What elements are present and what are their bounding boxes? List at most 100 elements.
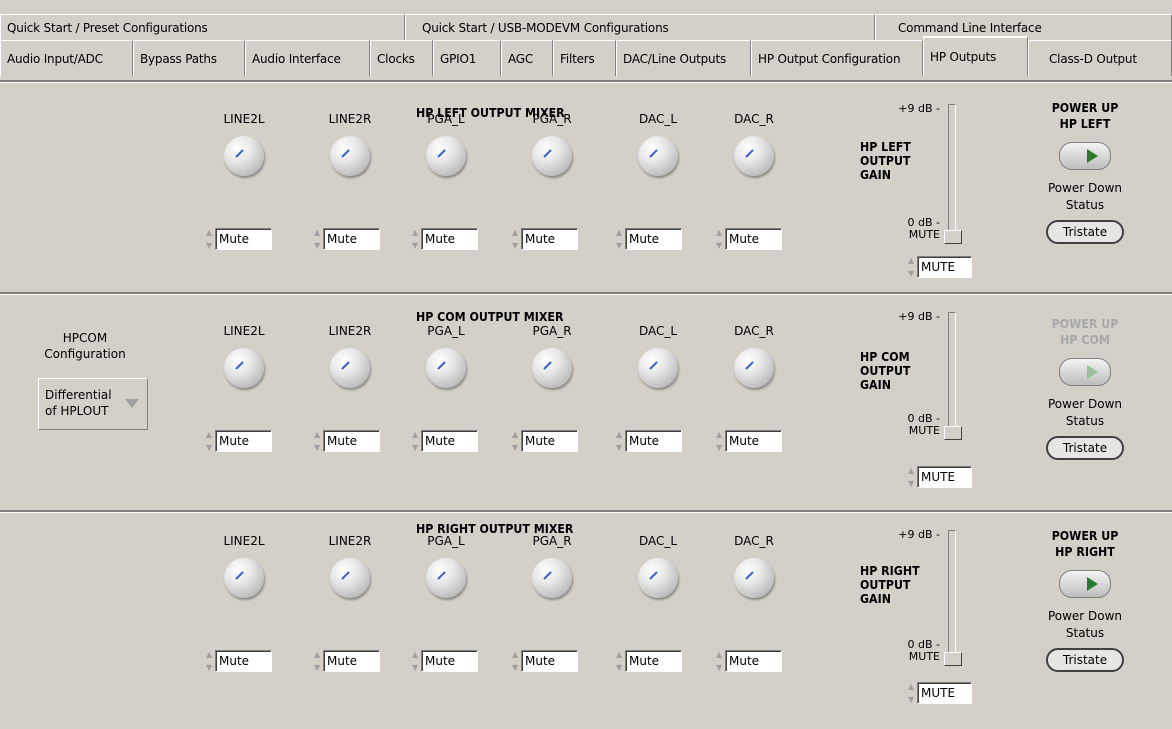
slider-track[interactable] [948,104,956,244]
mute-field[interactable]: Mute [323,430,380,452]
volume-knob[interactable] [532,348,572,388]
mute-field[interactable]: Mute [421,228,478,250]
tab-filters[interactable]: Filters [553,40,616,76]
slider-thumb[interactable] [944,652,962,666]
spin-arrows-icon[interactable]: ▲ ▼ [512,650,521,672]
spin-arrows-icon[interactable]: ▲ ▼ [716,228,725,250]
volume-knob[interactable] [638,348,678,388]
spin-arrows-icon[interactable]: ▲ ▼ [908,682,917,704]
channel-label: LINE2R [328,324,372,338]
spin-arrows-icon[interactable]: ▲ ▼ [206,228,215,250]
spin-arrows-icon[interactable]: ▲ ▼ [412,228,421,250]
volume-knob[interactable] [224,348,264,388]
volume-knob[interactable] [734,136,774,176]
channel-1: LINE2R [310,112,390,176]
gain-slider[interactable]: +9 dB - 0 dB - MUTE [880,528,970,688]
spin-arrows-icon[interactable]: ▲ ▼ [512,228,521,250]
channel-label: LINE2L [223,324,265,338]
mute-field[interactable]: Mute [521,650,578,672]
mute-field[interactable]: Mute [323,650,380,672]
tab-quick-start-usb[interactable]: Quick Start / USB-MODEVM Configurations [405,14,875,40]
volume-knob[interactable] [426,136,466,176]
tab-gpio1[interactable]: GPIO1 [433,40,501,76]
tab-audio-input-adc[interactable]: Audio Input/ADC [0,40,133,76]
mute-field[interactable]: Mute [323,228,380,250]
spin-arrows-icon[interactable]: ▲ ▼ [616,650,625,672]
spin-arrows-icon[interactable]: ▲ ▼ [908,256,917,278]
power-down-status-label: Power Down Status [1047,397,1123,428]
volume-knob[interactable] [224,136,264,176]
spin-arrows-icon[interactable]: ▲ ▼ [716,430,725,452]
tab-bypass-paths[interactable]: Bypass Paths [133,40,245,76]
spin-arrows-icon[interactable]: ▲ ▼ [512,430,521,452]
gain-value-field[interactable]: MUTE [917,466,972,488]
mute-field[interactable]: Mute [725,650,782,672]
gain-value-field[interactable]: MUTE [917,682,972,704]
tab-hp-outputs[interactable]: HP Outputs [923,36,1028,76]
spin-arrows-icon[interactable]: ▲ ▼ [314,650,323,672]
mute-field[interactable]: Mute [725,228,782,250]
mute-control: ▲ ▼ Mute [412,228,478,250]
gain-value-control: ▲ ▼ MUTE [908,682,972,704]
hpcom-config-select[interactable]: Differential of HPLOUT [38,378,148,430]
volume-knob[interactable] [426,558,466,598]
tab-clocks[interactable]: Clocks [370,40,433,76]
volume-knob[interactable] [734,558,774,598]
spin-arrows-icon[interactable]: ▲ ▼ [412,430,421,452]
spin-arrows-icon[interactable]: ▲ ▼ [314,228,323,250]
volume-knob[interactable] [426,348,466,388]
tab-audio-interface[interactable]: Audio Interface [245,40,370,76]
mute-field[interactable]: Mute [521,430,578,452]
gain-slider[interactable]: +9 dB - 0 dB - MUTE [880,310,970,462]
tab-row-bottom: Audio Input/ADC Bypass Paths Audio Inter… [0,36,1172,76]
mute-field[interactable]: Mute [421,430,478,452]
slider-thumb[interactable] [944,230,962,244]
gain-slider[interactable]: +9 dB - 0 dB - MUTE [880,102,970,266]
gain-value-field[interactable]: MUTE [917,256,972,278]
spin-arrows-icon[interactable]: ▲ ▼ [314,430,323,452]
mute-field[interactable]: Mute [725,430,782,452]
mute-field[interactable]: Mute [521,228,578,250]
power-toggle-button[interactable] [1059,142,1111,170]
channel-5: DAC_R [714,324,794,388]
spin-arrows-icon[interactable]: ▲ ▼ [616,228,625,250]
spin-arrows-icon[interactable]: ▲ ▼ [206,430,215,452]
volume-knob[interactable] [734,348,774,388]
volume-knob[interactable] [638,558,678,598]
power-toggle-button[interactable] [1059,358,1111,386]
spin-arrows-icon[interactable]: ▲ ▼ [412,650,421,672]
tab-dac-line-outputs[interactable]: DAC/Line Outputs [616,40,751,76]
slider-track[interactable] [948,530,956,666]
dropdown-arrow-icon [125,399,139,408]
volume-knob[interactable] [330,136,370,176]
mute-field[interactable]: Mute [215,228,272,250]
slider-thumb[interactable] [944,426,962,440]
mute-control: ▲ ▼ Mute [314,650,380,672]
power-toggle-button[interactable] [1059,570,1111,598]
tab-class-d-output[interactable]: Class-D Output [1028,40,1172,76]
volume-knob[interactable] [224,558,264,598]
knob-needle-icon [235,149,244,158]
volume-knob[interactable] [532,558,572,598]
tab-hp-output-configuration[interactable]: HP Output Configuration [751,40,923,76]
spin-arrows-icon[interactable]: ▲ ▼ [206,650,215,672]
spin-arrows-icon[interactable]: ▲ ▼ [616,430,625,452]
mute-control: ▲ ▼ Mute [206,430,272,452]
volume-knob[interactable] [532,136,572,176]
volume-knob[interactable] [638,136,678,176]
mute-field[interactable]: Mute [215,430,272,452]
spin-arrows-icon[interactable]: ▲ ▼ [908,466,917,488]
slider-track[interactable] [948,312,956,440]
mute-field[interactable]: Mute [625,650,682,672]
mute-field[interactable]: Mute [625,430,682,452]
tab-quick-start-preset[interactable]: Quick Start / Preset Configurations [0,14,405,40]
volume-knob[interactable] [330,558,370,598]
mute-field[interactable]: Mute [625,228,682,250]
mute-control: ▲ ▼ Mute [616,430,682,452]
mute-field[interactable]: Mute [421,650,478,672]
spin-arrows-icon[interactable]: ▲ ▼ [716,650,725,672]
tab-agc[interactable]: AGC [501,40,553,76]
volume-knob[interactable] [330,348,370,388]
mute-control: ▲ ▼ Mute [512,650,578,672]
mute-field[interactable]: Mute [215,650,272,672]
